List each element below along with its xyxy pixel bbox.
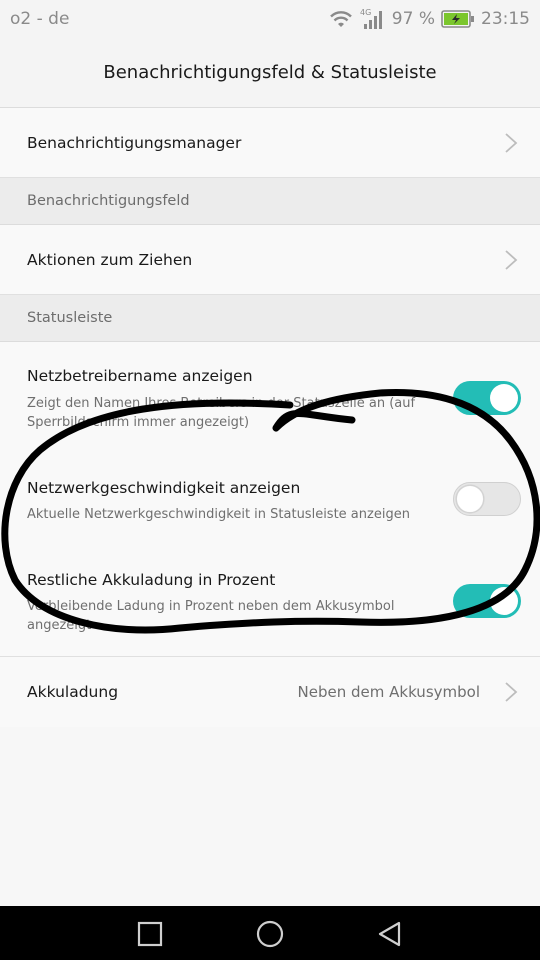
network-speed-description: Aktuelle Netzwerkgeschwindigkeit in Stat… (27, 507, 410, 522)
recent-apps-icon[interactable] (135, 919, 165, 949)
chevron-right-icon (505, 682, 518, 702)
chevron-right-icon (505, 250, 518, 270)
back-icon[interactable] (375, 919, 405, 949)
battery-percent-label: Restliche Akkuladung in Prozent (27, 571, 276, 589)
carrier-name: o2 - de (10, 9, 70, 29)
carrier-name-label: Netzbetreibername anzeigen (27, 367, 253, 385)
toggle-knob (456, 485, 484, 513)
status-bar: o2 - de 4G 97 % 23:15 (0, 0, 540, 36)
title-bar: Benachrichtigungsfeld & Statusleiste (0, 36, 540, 108)
network-speed-toggle[interactable] (453, 482, 521, 516)
carrier-name-toggle[interactable] (453, 381, 521, 415)
notification-manager-label: Benachrichtigungsmanager (27, 134, 242, 152)
notification-manager-row[interactable]: Benachrichtigungsmanager (0, 108, 540, 178)
svg-text:4G: 4G (360, 8, 371, 17)
battery-percent: 97 % (391, 9, 435, 29)
network-speed-label: Netzwerkgeschwindigkeit anzeigen (27, 479, 301, 497)
clock: 23:15 (481, 9, 530, 29)
home-icon[interactable] (255, 919, 285, 949)
carrier-name-description: Zeigt den Namen Ihres Betreibers in der … (27, 396, 416, 430)
battery-charging-icon (441, 10, 475, 28)
pull-actions-row[interactable]: Aktionen zum Ziehen (0, 225, 540, 295)
section-title: Benachrichtigungsfeld (27, 193, 190, 209)
status-icons: 4G 97 % 23:15 (328, 6, 530, 32)
wifi-icon (328, 9, 354, 29)
toggle-knob (490, 587, 518, 615)
section-header-notification-panel: Benachrichtigungsfeld (0, 178, 540, 225)
battery-display-label: Akkuladung (27, 683, 119, 701)
toggle-knob (490, 384, 518, 412)
section-header-status-bar: Statusleiste (0, 295, 540, 342)
pull-actions-label: Aktionen zum Ziehen (27, 251, 193, 269)
status-bar-settings-group: Netzbetreibername anzeigen Zeigt den Nam… (0, 342, 540, 657)
page-title: Benachrichtigungsfeld & Statusleiste (103, 62, 437, 83)
battery-display-row[interactable]: Akkuladung Neben dem Akkusymbol (0, 657, 540, 727)
battery-display-value: Neben dem Akkusymbol (297, 683, 480, 701)
navigation-bar (0, 906, 540, 960)
signal-icon: 4G (360, 7, 386, 31)
chevron-right-icon (505, 133, 518, 153)
battery-percent-toggle[interactable] (453, 584, 521, 618)
battery-percent-description: Verbleibende Ladung in Prozent neben dem… (27, 599, 395, 633)
section-title: Statusleiste (27, 310, 113, 326)
